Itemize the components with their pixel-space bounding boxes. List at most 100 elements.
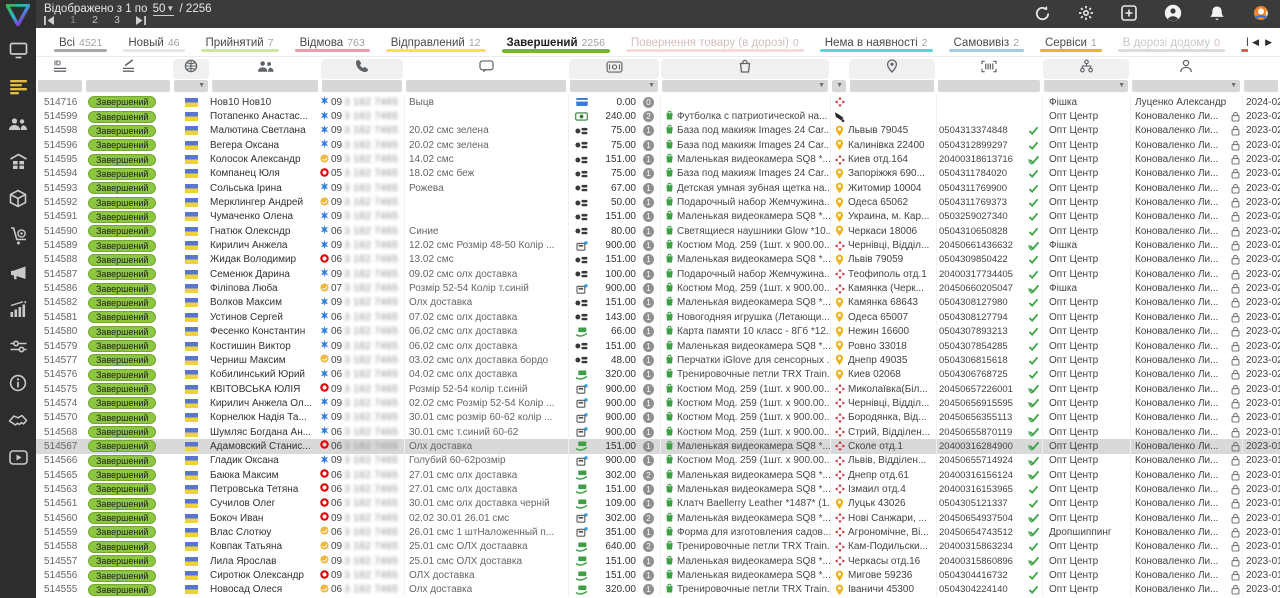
per-page-dropdown[interactable]: 50▼ (153, 3, 175, 16)
sidebar-item-tools[interactable] (0, 330, 36, 367)
page-3[interactable]: 3 (113, 15, 121, 26)
column-header-phone[interactable] (321, 59, 403, 79)
sidebar-item-partners[interactable] (0, 404, 36, 441)
order-row-514579[interactable]: 514579ЗавершенийКостишин Виктор093 182 7… (36, 339, 1280, 353)
tab-6[interactable]: Завершений2256 (494, 28, 618, 56)
column-header-date[interactable] (1243, 59, 1279, 79)
filter-manager[interactable]: ▼ (1044, 80, 1128, 92)
order-row-514574[interactable]: 514574ЗавершенийКирилич Анжела Ол...093 … (36, 396, 1280, 410)
order-row-514559[interactable]: 514559ЗавершенийВлас Слотюу063 182 74652… (36, 525, 1280, 539)
tab-3[interactable]: Прийнятий7 (193, 28, 287, 56)
column-header-id[interactable]: ID (37, 59, 83, 79)
order-row-514558[interactable]: 514558ЗавершенийКовпак Татьяна093 182 74… (36, 540, 1280, 554)
order-row-514599[interactable]: 514599ЗавершенийПотапенко Анастас...093 … (36, 109, 1280, 123)
account-icon[interactable] (1164, 4, 1182, 22)
order-row-514590[interactable]: 514590ЗавершенийГнатюк Олексндр063 182 7… (36, 224, 1280, 238)
filter-delivery[interactable]: ▼ (832, 80, 846, 92)
tab-2[interactable]: Новый46 (115, 28, 192, 56)
order-row-514570[interactable]: 514570ЗавершенийКорнелюк Надія Та...093 … (36, 411, 1280, 425)
filter-status[interactable] (86, 80, 170, 92)
filter-id[interactable] (38, 80, 82, 92)
sidebar-item-video[interactable] (0, 441, 36, 478)
filter-client[interactable] (212, 80, 318, 92)
app-logo-icon[interactable] (0, 0, 36, 30)
sidebar-item-statistics[interactable] (0, 293, 36, 330)
order-row-514580[interactable]: 514580ЗавершенийФесенко Константин063 18… (36, 325, 1280, 339)
column-header-ttn[interactable] (937, 59, 1041, 79)
order-row-514577[interactable]: 514577ЗавершенийЧерниш Максим093 182 746… (36, 353, 1280, 367)
tab-5[interactable]: Відправлений12 (378, 28, 494, 56)
order-row-514565[interactable]: 514565ЗавершенийБаюка Максим063 182 7465… (36, 468, 1280, 482)
refresh-icon[interactable] (1034, 5, 1051, 22)
sidebar-item-clients[interactable] (0, 108, 36, 145)
order-row-514560[interactable]: 514560ЗавершенийБокоч Иван093 182 746502… (36, 511, 1280, 525)
order-row-514581[interactable]: 514581ЗавершенийУстинов Сергей063 182 74… (36, 310, 1280, 324)
sidebar-item-dashboard[interactable] (0, 34, 36, 71)
column-header-delivery[interactable] (831, 59, 847, 79)
sidebar-item-orders[interactable] (0, 71, 36, 108)
filter-user[interactable]: ▼ (1132, 80, 1240, 92)
column-header-user[interactable] (1131, 59, 1241, 79)
column-header-manager[interactable] (1043, 59, 1129, 79)
order-row-514592[interactable]: 514592ЗавершенийМерклингер Андрей093 182… (36, 195, 1280, 209)
tab-10[interactable]: Сервіси1 (1032, 28, 1110, 56)
tab-9[interactable]: Самовивіз2 (941, 28, 1032, 56)
order-row-514598[interactable]: 514598ЗавершенийМалютина Светлана093 182… (36, 124, 1280, 138)
sidebar-item-products[interactable] (0, 182, 36, 219)
order-row-514556[interactable]: 514556ЗавершенийСиротюк Олександр093 182… (36, 568, 1280, 582)
last-page-icon[interactable] (135, 16, 146, 25)
filter-comment[interactable] (406, 80, 566, 92)
order-row-514596[interactable]: 514596ЗавершенийВегера Оксана093 182 746… (36, 138, 1280, 152)
column-header-country[interactable] (173, 59, 209, 79)
column-header-city[interactable] (849, 59, 935, 79)
order-row-514593[interactable]: 514593ЗавершенийСольська Ірина093 182 74… (36, 181, 1280, 195)
filter-date[interactable] (1244, 80, 1278, 92)
order-row-514595[interactable]: 514595ЗавершенийКолосок Александр093 182… (36, 152, 1280, 166)
order-row-514716[interactable]: 514716ЗавершенийНов10 Нов10093 182 7465В… (36, 95, 1280, 109)
tab-8[interactable]: Нема в наявності2 (812, 28, 941, 56)
sidebar-item-info[interactable] (0, 367, 36, 404)
column-header-products[interactable] (661, 59, 829, 79)
order-row-514588[interactable]: 514588ЗавершенийЖидак Володимир063 182 7… (36, 253, 1280, 267)
tabs-scroll-left-icon[interactable]: ◀ (1252, 37, 1259, 48)
column-header-comment[interactable] (405, 59, 567, 79)
sidebar-item-warehouse[interactable] (0, 145, 36, 182)
filter-phone[interactable] (322, 80, 402, 92)
support-bell-icon[interactable] (1252, 5, 1270, 22)
settings-gear-icon[interactable] (1078, 5, 1094, 21)
column-header-status[interactable] (85, 59, 171, 79)
order-row-514576[interactable]: 514576ЗавершенийКобилинський Юрий063 182… (36, 368, 1280, 382)
first-page-icon[interactable] (44, 16, 55, 25)
tab-1[interactable]: Всі4521 (46, 28, 115, 56)
order-row-514575[interactable]: 514575ЗавершенийКВІТОВСЬКА ЮЛІЯ093 182 7… (36, 382, 1280, 396)
order-row-514589[interactable]: 514589ЗавершенийКирилич Анжела093 182 74… (36, 238, 1280, 252)
order-row-514555[interactable]: 514555ЗавершенийНовосад Олеся063 182 746… (36, 583, 1280, 597)
order-row-514563[interactable]: 514563ЗавершенийПетровська Тетяна063 182… (36, 482, 1280, 496)
order-row-514566[interactable]: 514566ЗавершенийГладик Оксана093 182 746… (36, 454, 1280, 468)
page-2[interactable]: 2 (91, 15, 99, 26)
order-row-514586[interactable]: 514586ЗавершенийФіліпова Люба073 182 746… (36, 281, 1280, 295)
filter-payment[interactable]: ▼ (570, 80, 658, 92)
notifications-bell-icon[interactable] (1209, 5, 1225, 22)
filter-city[interactable] (850, 80, 934, 92)
sidebar-item-dropshipping[interactable] (0, 219, 36, 256)
page-1[interactable]: 1 (69, 15, 77, 26)
order-row-514561[interactable]: 514561ЗавершенийСучилов Олег063 182 7465… (36, 497, 1280, 511)
filter-products[interactable]: ▼ (662, 80, 828, 92)
add-order-icon[interactable] (1121, 5, 1137, 21)
sidebar-item-marketing[interactable] (0, 256, 36, 293)
column-header-client[interactable] (211, 59, 319, 79)
column-header-payment[interactable] (569, 59, 659, 79)
order-row-514567[interactable]: 514567ЗавершенийАдамовский Станис...063 … (36, 439, 1280, 453)
order-row-514587[interactable]: 514587ЗавершенийСеменюк Дарина093 182 74… (36, 267, 1280, 281)
tabs-scroll-right-icon[interactable]: ▶ (1265, 37, 1272, 48)
tab-11[interactable]: В дорозі додому0 (1110, 28, 1233, 56)
tab-12[interactable]: Повернення (завершений)125 (1233, 28, 1248, 56)
order-row-514591[interactable]: 514591ЗавершенийЧумаченко Олена093 182 7… (36, 210, 1280, 224)
tab-7[interactable]: Повернення товару (в дорозі)0 (618, 28, 812, 56)
order-row-514594[interactable]: 514594ЗавершенийКомпанец Юля053 182 7465… (36, 167, 1280, 181)
order-row-514582[interactable]: 514582ЗавершенийВолков Максим093 182 746… (36, 296, 1280, 310)
filter-country[interactable]: ▼ (174, 80, 208, 92)
filter-ttn[interactable] (938, 80, 1040, 92)
tab-4[interactable]: Відмова763 (287, 28, 378, 56)
